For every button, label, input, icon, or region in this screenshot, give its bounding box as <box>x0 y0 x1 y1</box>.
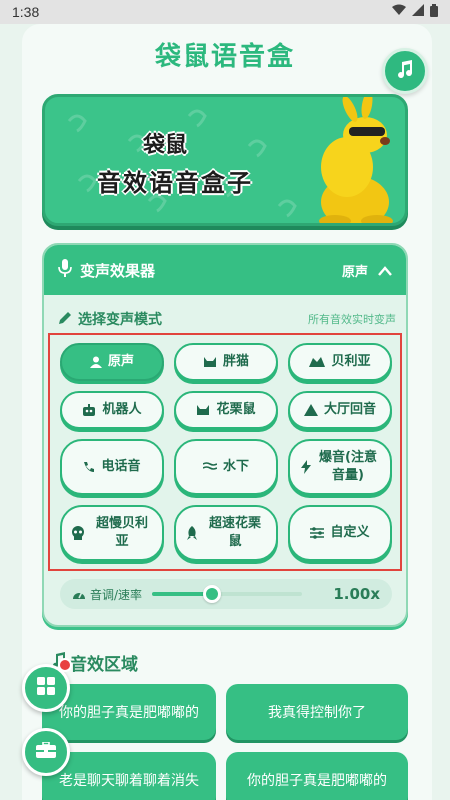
mode-label: 机器人 <box>102 402 142 417</box>
pitch-speed-value: 1.00x <box>333 585 380 603</box>
mode-label: 水下 <box>222 459 249 474</box>
lightning-icon <box>301 460 311 474</box>
monster-icon <box>309 356 326 368</box>
mode-label: 超速花栗鼠 <box>208 516 261 549</box>
sfx-label: 你的胆子真是肥嘟嘟的 <box>59 705 199 721</box>
signal-icon <box>412 4 424 20</box>
status-bar: 1:38 <box>0 0 450 24</box>
chevron-up-icon[interactable] <box>378 261 392 280</box>
mode-button-super-slow-belial[interactable]: 超慢贝利亚 <box>60 505 164 561</box>
sfx-grid: 你的胆子真是肥嘟嘟的 我真得控制你了 老是聊天聊着聊着消失 你的胆子真是肥嘟嘟的 <box>42 684 408 800</box>
microphone-icon <box>58 259 72 281</box>
mode-label: 超慢贝利亚 <box>95 516 148 549</box>
toolbox-button[interactable] <box>22 728 70 776</box>
mode-button-robot[interactable]: 机器人 <box>60 391 164 429</box>
mode-button-underwater[interactable]: 水下 <box>174 439 278 495</box>
water-icon <box>202 462 217 472</box>
slider-thumb[interactable] <box>203 585 222 603</box>
sfx-label: 老是聊天聊着聊着消失 <box>59 773 199 789</box>
mode-label: 电话音 <box>101 459 141 474</box>
mode-button-super-fast-chipmunk[interactable]: 超速花栗鼠 <box>174 505 278 561</box>
notification-dot <box>58 658 72 672</box>
speedometer-icon <box>72 585 86 604</box>
toolbox-icon <box>36 741 56 762</box>
mode-label: 贝利亚 <box>331 354 371 369</box>
mode-label: 爆音(注意音量) <box>319 450 377 483</box>
mode-button-original[interactable]: 原声 <box>60 343 164 381</box>
mode-label: 自定义 <box>330 525 370 540</box>
mode-button-custom[interactable]: 自定义 <box>288 505 392 561</box>
battery-icon <box>430 3 438 21</box>
wifi-icon <box>392 4 406 20</box>
mode-label: 花栗鼠 <box>216 402 256 417</box>
hero-banner: 袋鼠 音效语音盒子 <box>42 94 408 226</box>
mode-label: 原声 <box>107 354 134 369</box>
robot-icon <box>82 404 96 416</box>
mode-button-belial[interactable]: 贝利亚 <box>288 343 392 381</box>
banner-title-line1: 袋鼠 <box>142 133 187 158</box>
voice-effects-title: 变声效果器 <box>80 261 156 280</box>
kangaroo-mascot-image <box>295 97 405 223</box>
mode-button-hall-echo[interactable]: 大厅回音 <box>288 391 392 429</box>
pitch-speed-row: 音调/速率 1.00x <box>60 579 392 609</box>
pencil-icon <box>58 310 72 329</box>
sfx-button[interactable]: 我真得控制你了 <box>226 684 408 740</box>
sfx-label: 我真得控制你了 <box>268 705 366 721</box>
mode-button-fat-cat[interactable]: 胖猫 <box>174 343 278 381</box>
music-note-icon <box>395 59 415 83</box>
voice-effects-header[interactable]: 变声效果器 原声 <box>44 245 406 295</box>
sliders-icon <box>310 527 325 539</box>
music-button[interactable] <box>382 48 428 94</box>
current-mode-label: 原声 <box>341 264 368 280</box>
chipmunk-icon <box>196 404 210 416</box>
mode-label: 胖猫 <box>222 354 249 369</box>
person-icon <box>89 356 102 368</box>
sfx-label: 你的胆子真是肥嘟嘟的 <box>247 773 387 789</box>
mode-select-row: 选择变声模式 所有音效实时变声 <box>58 309 396 329</box>
mode-button-phone[interactable]: 电话音 <box>60 439 164 495</box>
voice-effects-panel: 变声效果器 原声 选择变声模式 所有音效实时变声 原声 胖猫 贝利亚 机器人 花… <box>42 243 408 627</box>
hall-icon <box>303 404 318 416</box>
cat-icon <box>203 356 217 368</box>
banner-title-line2: 音效语音盒子 <box>97 169 253 197</box>
grid-icon <box>37 677 55 699</box>
phone-icon <box>83 461 95 473</box>
sfx-section-label: 音效区域 <box>70 655 138 675</box>
realtime-hint: 所有音效实时变声 <box>308 313 396 326</box>
mode-label: 大厅回音 <box>323 402 376 417</box>
sfx-button[interactable]: 你的胆子真是肥嘟嘟的 <box>226 752 408 800</box>
rocket-icon <box>186 526 198 540</box>
status-time: 1:38 <box>12 4 40 20</box>
skull-icon <box>71 526 85 540</box>
pitch-speed-slider[interactable] <box>152 585 303 603</box>
mode-button-chipmunk[interactable]: 花栗鼠 <box>174 391 278 429</box>
pitch-speed-label: 音调/速率 <box>90 587 143 602</box>
select-mode-label: 选择变声模式 <box>78 312 162 328</box>
mode-button-distortion[interactable]: 爆音(注意音量) <box>288 439 392 495</box>
